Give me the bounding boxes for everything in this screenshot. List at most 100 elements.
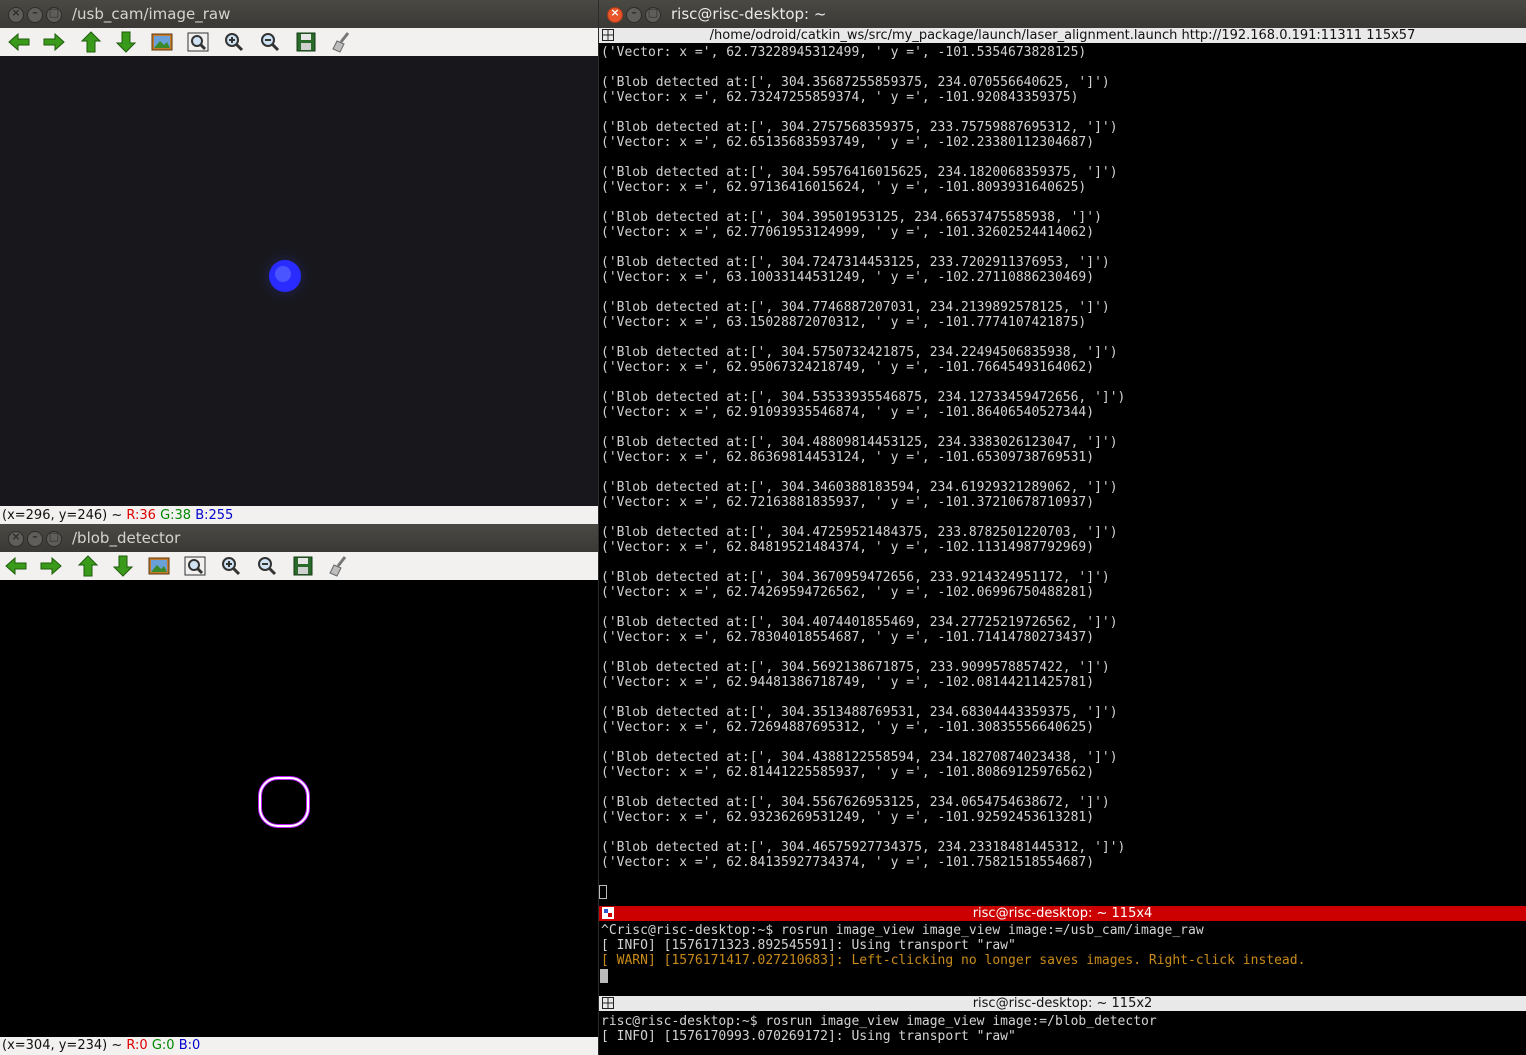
pane-header-mid[interactable]: risc@risc-desktop: ~ 115x4 [599, 906, 1526, 921]
image-button[interactable] [150, 31, 174, 53]
image-icon [151, 33, 173, 51]
vector-line: ('Vector: x =', 62.93236269531249, ' y =… [601, 810, 1095, 825]
blob-detected-line: ('Blob detected at:[', 304.4388122558594… [601, 750, 1118, 765]
up-button[interactable] [79, 31, 103, 53]
detected-blob-ring [259, 777, 309, 827]
back-icon [5, 556, 27, 576]
back-button[interactable] [7, 31, 31, 53]
vector-line: ('Vector: x =', 62.95067324218749, ' y =… [601, 360, 1095, 375]
window-titlebar[interactable]: × – □ /blob_detector [0, 524, 598, 552]
vector-line: ('Vector: x =', 62.77061953124999, ' y =… [601, 225, 1095, 240]
zoom-fit-icon [187, 32, 209, 52]
zoom-fit-button[interactable] [183, 555, 207, 577]
vector-line: ('Vector: x =', 62.73247255859374, ' y =… [601, 90, 1079, 105]
blob-detected-line: ('Blob detected at:[', 304.39501953125, … [601, 210, 1102, 225]
pane-header-main[interactable]: /home/odroid/catkin_ws/src/my_package/la… [599, 28, 1526, 43]
camera-image [255, 246, 315, 306]
blob-detected-line: ('Blob detected at:[', 304.3513488769531… [601, 705, 1118, 720]
image-button[interactable] [147, 555, 171, 577]
image-toolbar [0, 552, 598, 581]
clear-button[interactable] [327, 555, 351, 577]
minimize-button[interactable]: – [27, 6, 43, 23]
terminal-window: × – □ risc@risc-desktop: ~ /home/odroid/… [599, 0, 1526, 1055]
vector-line: ('Vector: x =', 62.65135683593749, ' y =… [601, 135, 1095, 150]
save-button[interactable] [291, 555, 315, 577]
minimize-icon: – [32, 530, 38, 543]
zoom-fit-button[interactable] [186, 31, 210, 53]
up-icon [77, 555, 99, 577]
pixel-r-value: R:0 [126, 1038, 148, 1053]
forward-button[interactable] [42, 31, 66, 53]
detected-blob-ring-edge [258, 776, 310, 828]
maximize-button[interactable]: □ [46, 6, 62, 23]
minimize-button[interactable]: – [626, 6, 642, 23]
terminal-output-main[interactable]: ('Vector: x =', 62.73228945312499, ' y =… [599, 43, 1526, 903]
blob-detected-line: ('Blob detected at:[', 304.5567626953125… [601, 795, 1110, 810]
maximize-button[interactable]: □ [645, 6, 661, 23]
blob-detected-line: ('Blob detected at:[', 304.5957641601562… [601, 165, 1118, 180]
clear-button[interactable] [330, 31, 354, 53]
blob-detected-line: ('Blob detected at:[', 304.3568725585937… [601, 75, 1110, 90]
blob-detected-line: ('Blob detected at:[', 304.4725952148437… [601, 525, 1118, 540]
down-icon [115, 31, 137, 53]
zoom-in-button[interactable] [219, 555, 243, 577]
terminal-line: [ INFO] [1576171323.892545591]: Using tr… [601, 938, 1016, 953]
save-button[interactable] [294, 31, 318, 53]
pane-header-bottom[interactable]: risc@risc-desktop: ~ 115x2 [599, 996, 1526, 1011]
minimize-icon: – [631, 6, 637, 19]
laser-blob-core [275, 266, 291, 282]
terminal-output-bottom[interactable]: risc@risc-desktop:~$ rosrun image_view i… [599, 1012, 1526, 1055]
zoom-out-button[interactable] [258, 31, 282, 53]
down-button[interactable] [114, 31, 138, 53]
cursor-coords: (x=296, y=246) ~ [2, 508, 127, 523]
terminal-titlebar[interactable]: × – □ risc@risc-desktop: ~ [599, 0, 1526, 28]
maximize-button[interactable]: □ [46, 530, 62, 547]
maximize-icon: □ [48, 6, 60, 19]
status-bar: (x=304, y=234) ~ R:0 G:0 B:0 [0, 1037, 598, 1055]
close-button[interactable]: × [607, 6, 623, 23]
down-button[interactable] [111, 555, 135, 577]
zoom-out-button[interactable] [255, 555, 279, 577]
image-canvas-raw[interactable] [0, 56, 598, 506]
window-title: /blob_detector [72, 529, 181, 547]
minimize-button[interactable]: – [27, 530, 43, 547]
close-icon: × [11, 530, 21, 543]
save-icon [296, 32, 316, 52]
vector-line: ('Vector: x =', 63.15028872070312, ' y =… [601, 315, 1087, 330]
clear-icon [329, 556, 347, 577]
back-button[interactable] [4, 555, 28, 577]
blob-detected-line: ('Blob detected at:[', 304.4880981445312… [601, 435, 1118, 450]
forward-button[interactable] [39, 555, 63, 577]
pixel-b-value: B:0 [178, 1038, 201, 1053]
zoom-in-button[interactable] [222, 31, 246, 53]
pane-header-text: risc@risc-desktop: ~ 115x2 [972, 996, 1153, 1011]
vector-line: ('Vector: x =', 62.84135927734374, ' y =… [601, 855, 1095, 870]
terminal-output-lines: ('Vector: x =', 62.73228945312499, ' y =… [601, 45, 1125, 870]
blob-detected-line: ('Blob detected at:[', 304.7746887207031… [601, 300, 1110, 315]
image-canvas-blob[interactable] [0, 580, 598, 1037]
up-button[interactable] [76, 555, 100, 577]
close-icon: × [11, 6, 21, 19]
close-button[interactable]: × [8, 6, 24, 23]
terminal-output-mid[interactable]: ^Crisc@risc-desktop:~$ rosrun image_view… [599, 922, 1526, 990]
blob-detected-line: ('Blob detected at:[', 304.2757568359375… [601, 120, 1118, 135]
terminal-cursor [600, 969, 608, 983]
cursor-coords: (x=304, y=234) ~ [2, 1038, 127, 1053]
blob-detector-image [258, 776, 310, 828]
window-titlebar[interactable]: × – □ /usb_cam/image_raw [0, 0, 598, 28]
maximize-icon: □ [647, 6, 659, 19]
vector-line: ('Vector: x =', 62.73228945312499, ' y =… [601, 45, 1087, 60]
blob-detected-line: ('Blob detected at:[', 304.3460388183594… [601, 480, 1118, 495]
forward-icon [43, 32, 65, 52]
close-button[interactable]: × [8, 530, 24, 547]
